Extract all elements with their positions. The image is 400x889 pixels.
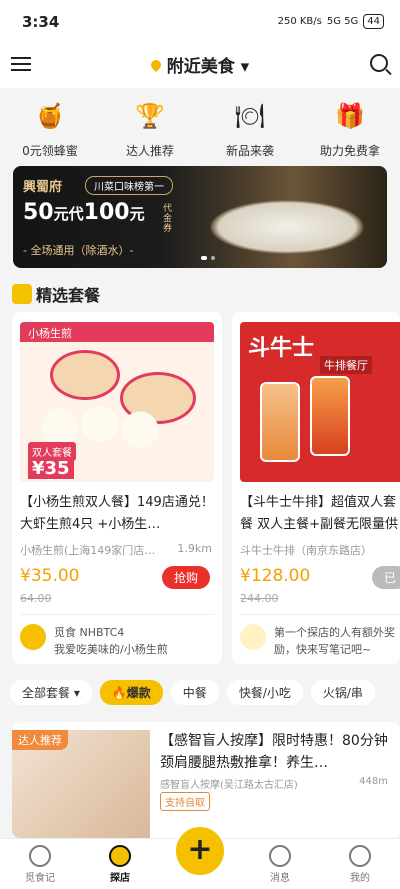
avatar[interactable] [20, 624, 46, 650]
category-row: 🍯 0元领蜂蜜 🏆 达人推荐 🍽 新品来袭 🎁 助力免费拿 [0, 88, 400, 166]
divider [20, 614, 214, 615]
banner-table-image [199, 196, 375, 258]
category-label: 助力免费拿 [319, 144, 380, 158]
buy-button[interactable]: 抢购 [161, 566, 210, 589]
top-header: 附近美食 ▾ [0, 44, 400, 88]
signal-icon: 5G 5G [326, 16, 359, 27]
deal-tip: 第一个探店的人有额外奖励，快来写笔记吧~ [274, 626, 395, 656]
face-icon [29, 845, 51, 867]
category-new[interactable]: 🍽 新品来袭 [202, 88, 298, 166]
deal-card[interactable]: 斗牛士 牛排餐厅 【斗牛士牛排】超值双人套餐 双人主餐+副餐无限量供应 斗牛士牛… [232, 312, 400, 664]
add-post-button[interactable]: + [173, 824, 227, 878]
location-label: 附近美食 ▾ [166, 57, 250, 77]
deal-shop: 斗牛士牛排（南京东路店） [240, 544, 372, 557]
tab-messages[interactable]: 消息 [250, 845, 310, 884]
banner-tag: 川菜口味榜第一 [85, 176, 173, 195]
category-label: 新品来袭 [225, 144, 274, 158]
category-label: 达人推荐 [125, 144, 174, 158]
banner-offer: 50元代100元 [23, 200, 145, 225]
section-title: 精选套餐 [12, 282, 100, 306]
banner-voucher-label: 代金券 [163, 204, 173, 234]
divider [240, 614, 400, 615]
feed-title: 【感智盲人按摩】限时特惠！80分钟颈肩腰腿热敷推拿！养生… [160, 733, 388, 771]
feed-tag: 支持自取 [160, 792, 210, 811]
status-bar: 3:34 250 KB/s 5G 5G 44 [0, 0, 400, 44]
filter-all[interactable]: 全部套餐 ▾ [10, 679, 92, 705]
promo-banner[interactable]: 興蜀府 川菜口味榜第一 50元代100元 代金券 - 全场通用（除酒水）- [13, 166, 387, 268]
deal-price: ¥35.00 [20, 566, 80, 586]
deal-card[interactable]: 小杨生煎 双人套餐 ¥35 【小杨生煎双人餐】149店通兑！大虾生煎4只 +小杨… [12, 312, 222, 664]
filter-hot[interactable]: 🔥爆款 [99, 679, 163, 705]
category-expert[interactable]: 🏆 达人推荐 [102, 88, 198, 166]
banner-brand: 興蜀府 [23, 180, 63, 195]
category-free[interactable]: 🎁 助力免费拿 [302, 88, 398, 166]
deal-price: ¥128.00 [240, 566, 311, 586]
banner-note: - 全场通用（除酒水）- [23, 244, 134, 257]
trophy-icon: 🏆 [135, 102, 165, 130]
status-icons: 250 KB/s 5G 5G 44 [278, 14, 384, 29]
explore-icon [109, 845, 131, 867]
honey-jar-icon: 🍯 [35, 102, 65, 130]
deal-image: 小杨生煎 双人套餐 ¥35 [20, 322, 214, 482]
deal-title: 【小杨生煎双人餐】149店通兑！大虾生煎4只 +小杨生… [20, 495, 214, 532]
gift-icon: 🎁 [335, 102, 365, 130]
deal-title: 【斗牛士牛排】超值双人套餐 双人主餐+副餐无限量供应 [240, 495, 399, 532]
filter-fastfood[interactable]: 快餐/小吃 [226, 679, 303, 705]
filter-chinese[interactable]: 中餐 [170, 679, 219, 705]
deal-original-price: 244.00 [240, 592, 279, 605]
tab-profile[interactable]: 我的 [330, 845, 390, 884]
feed-distance: 448m [359, 776, 388, 787]
battery-icon: 44 [363, 14, 384, 29]
carousel-dots [201, 256, 215, 260]
tab-explore[interactable]: 探店 [90, 845, 150, 884]
feed-item[interactable]: 达人推荐 【感智盲人按摩】限时特惠！80分钟颈肩腰腿热敷推拿！养生… 感智盲人按… [12, 722, 400, 838]
filter-hotpot[interactable]: 火锅/串 [310, 679, 375, 705]
feed-shop: 感智盲人按摩(吴江路太古汇店) [160, 780, 298, 791]
deal-image: 斗牛士 牛排餐厅 [240, 322, 400, 482]
profile-icon [349, 845, 371, 867]
search-icon[interactable] [370, 54, 388, 72]
deal-original-price: 64.00 [20, 592, 52, 605]
thumbs-up-icon [12, 284, 32, 304]
tab-notes[interactable]: 觅食记 [10, 845, 70, 884]
deal-distance: 1.9km [177, 542, 212, 555]
location-selector[interactable]: 附近美食 ▾ [0, 52, 400, 77]
bell-icon [269, 845, 291, 867]
cloche-icon: 🍽 [234, 102, 266, 130]
filter-chips: 全部套餐 ▾ 🔥爆款 中餐 快餐/小吃 火锅/串 [0, 674, 400, 710]
feed-badge: 达人推荐 [12, 730, 68, 750]
pencil-icon [240, 624, 266, 650]
network-speed: 250 KB/s [277, 16, 322, 27]
status-time: 3:34 [22, 13, 60, 31]
deal-tip: 觅食 NHBTC4 我爱吃美味的/小杨生煎 [54, 626, 168, 656]
category-honey[interactable]: 🍯 0元领蜂蜜 [2, 88, 98, 166]
location-pin-icon [148, 57, 163, 73]
buy-button[interactable]: 已 [371, 566, 400, 589]
category-label: 0元领蜂蜜 [22, 144, 78, 158]
